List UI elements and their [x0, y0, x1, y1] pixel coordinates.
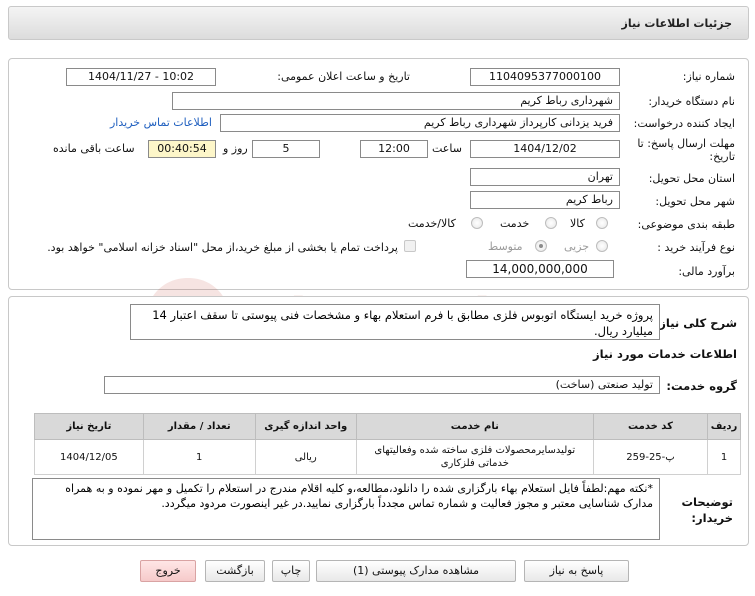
buyer-org-field: شهرداری رباط کریم: [172, 92, 620, 110]
category-goods-service-label: کالا/خدمت: [408, 217, 456, 230]
cell-service-code: پ-25-259: [592, 439, 709, 475]
deadline-label-line2: تاریخ:: [709, 150, 735, 163]
exit-button[interactable]: خروج: [140, 560, 196, 582]
budget-field: 14,000,000,000: [466, 260, 614, 278]
process-medium-label: متوسط: [488, 240, 523, 253]
category-service-label: خدمت: [500, 217, 530, 230]
cell-service-name: تولیدسایرمحصولات فلزی ساخته شده وفعالیته…: [355, 439, 594, 475]
buyer-org-label: نام دستگاه خریدار:: [648, 95, 735, 108]
treasury-payment-note: پرداخت تمام یا بخشی از مبلغ خرید،از محل …: [47, 241, 398, 254]
category-label: طبقه بندی موضوعی:: [637, 218, 735, 231]
announce-datetime-field: 1404/11/27 - 10:02: [66, 68, 216, 86]
col-header-need-date: تاریخ نیاز: [34, 413, 144, 440]
reply-button[interactable]: پاسخ به نیاز: [524, 560, 629, 582]
treasury-payment-checkbox[interactable]: [404, 240, 416, 252]
summary-textarea[interactable]: پروژه خرید ایستگاه اتوبوس فلزی مطابق با …: [130, 304, 660, 340]
buyer-notes-label-line2: خریدار:: [691, 511, 733, 525]
summary-label: شرح کلی نیاز:: [654, 316, 737, 330]
process-label: نوع فرآیند خرید :: [657, 241, 735, 254]
requester-label: ایجاد کننده درخواست:: [633, 117, 735, 130]
col-header-row-number: ردیف: [707, 413, 741, 440]
remaining-time-field: 00:40:54: [148, 140, 216, 158]
table-header-row: ردیف کد خدمت نام خدمت واحد اندازه گیری ت…: [34, 413, 741, 440]
services-table: ردیف کد خدمت نام خدمت واحد اندازه گیری ت…: [34, 413, 741, 475]
remaining-time-label: ساعت باقی مانده: [53, 142, 135, 155]
budget-label: برآورد مالی:: [678, 265, 735, 278]
services-heading: اطلاعات خدمات مورد نیاز: [593, 347, 737, 361]
category-service-radio[interactable]: [545, 217, 557, 229]
announce-datetime-label: تاریخ و ساعت اعلان عمومی:: [277, 70, 410, 83]
print-button[interactable]: چاپ: [272, 560, 310, 582]
cell-need-date: 1404/12/05: [34, 439, 144, 475]
col-header-unit: واحد اندازه گیری: [254, 413, 357, 440]
col-header-service-name: نام خدمت: [355, 413, 594, 440]
category-goods-radio[interactable]: [596, 217, 608, 229]
service-group-label: گروه خدمت:: [666, 379, 737, 393]
category-goods-label: کالا: [570, 217, 585, 230]
page-title: جزئیات اطلاعات نیاز: [621, 17, 733, 30]
process-medium-radio[interactable]: [535, 240, 547, 252]
service-group-field: تولید صنعتی (ساخت): [104, 376, 660, 394]
cell-row-number: 1: [707, 439, 741, 475]
province-field: تهران: [470, 168, 620, 186]
process-partial-label: جزیی: [564, 240, 590, 253]
deadline-time-field: 12:00: [360, 140, 428, 158]
buyer-notes-textarea[interactable]: *نکته مهم:لطفاً فایل استعلام بهاء بارگزا…: [32, 478, 660, 540]
view-attachments-button[interactable]: مشاهده مدارک پیوستی (1): [316, 560, 516, 582]
deadline-date-field: 1404/12/02: [470, 140, 620, 158]
city-label: شهر محل تحویل:: [655, 195, 735, 208]
back-button[interactable]: بازگشت: [205, 560, 265, 582]
province-label: استان محل تحویل:: [648, 172, 735, 185]
process-partial-radio[interactable]: [596, 240, 608, 252]
cell-quantity: 1: [142, 439, 256, 475]
deadline-label-line1: مهلت ارسال پاسخ: تا: [637, 137, 735, 150]
table-row: 1 پ-25-259 تولیدسایرمحصولات فلزی ساخته ش…: [34, 439, 741, 475]
requester-field: فرید یزدانی کارپرداز شهرداری رباط کریم: [220, 114, 620, 132]
need-number-label: شماره نیاز:: [682, 70, 735, 83]
need-number-field: 1104095377000100: [470, 68, 620, 86]
col-header-service-code: کد خدمت: [592, 413, 709, 440]
col-header-quantity: تعداد / مقدار: [142, 413, 256, 440]
deadline-time-label: ساعت: [432, 142, 462, 155]
page-header: جزئیات اطلاعات نیاز: [8, 6, 749, 40]
buyer-contact-link[interactable]: اطلاعات تماس خریدار: [110, 116, 212, 129]
city-field: رباط کریم: [470, 191, 620, 209]
remaining-days-field: 5: [252, 140, 320, 158]
category-goods-service-radio[interactable]: [471, 217, 483, 229]
remaining-days-label: روز و: [223, 142, 248, 155]
cell-unit: ریالی: [254, 439, 357, 475]
buyer-notes-label-line1: توضیحات: [681, 495, 734, 509]
